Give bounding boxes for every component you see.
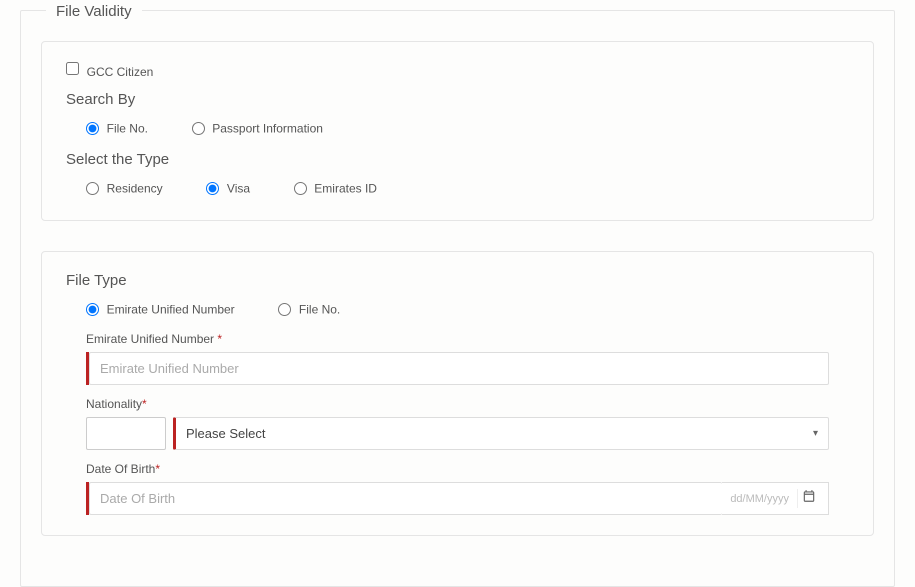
nationality-field-block: Nationality* Please Select ▾ xyxy=(86,397,829,450)
gcc-citizen-label[interactable]: GCC Citizen xyxy=(87,65,154,79)
file-type-radio-group: Emirate Unified Number File No. xyxy=(66,297,849,321)
select-type-heading: Select the Type xyxy=(66,151,849,168)
search-by-passport-radio[interactable] xyxy=(192,122,205,135)
nationality-label-text: Nationality xyxy=(86,397,142,411)
nationality-select[interactable]: Please Select ▾ xyxy=(173,417,829,450)
file-type-file-no-label[interactable]: File No. xyxy=(299,302,340,316)
nationality-selected-text: Please Select xyxy=(186,426,266,441)
select-type-radio-group: Residency Visa Emirates ID xyxy=(66,176,849,200)
type-visa-label[interactable]: Visa xyxy=(227,182,250,196)
type-emirates-id-radio[interactable] xyxy=(294,182,307,195)
nationality-field-label: Nationality* xyxy=(86,397,829,411)
file-type-heading: File Type xyxy=(66,272,849,289)
type-visa-radio[interactable] xyxy=(206,182,219,195)
eun-field-label: Emirate Unified Number * xyxy=(86,332,829,346)
gcc-citizen-row: GCC Citizen xyxy=(66,62,849,79)
search-by-radio-group: File No. Passport Information xyxy=(66,116,849,140)
required-mark: * xyxy=(155,462,160,476)
eun-input-wrap xyxy=(86,352,829,385)
dob-format-hint: dd/MM/yyyy xyxy=(730,493,789,505)
dob-input[interactable] xyxy=(89,482,722,515)
search-by-heading: Search By xyxy=(66,91,849,108)
dob-input-wrap xyxy=(86,482,722,515)
file-type-eun-radio[interactable] xyxy=(86,303,99,316)
search-by-file-no-label[interactable]: File No. xyxy=(107,121,148,135)
file-type-eun-label[interactable]: Emirate Unified Number xyxy=(107,302,235,316)
dob-label-text: Date Of Birth xyxy=(86,462,155,476)
gcc-citizen-checkbox[interactable] xyxy=(66,62,79,75)
nationality-code-input[interactable] xyxy=(86,417,166,450)
type-residency-label[interactable]: Residency xyxy=(107,182,163,196)
calendar-icon[interactable] xyxy=(797,489,820,508)
type-emirates-id-label[interactable]: Emirates ID xyxy=(314,182,377,196)
file-type-file-no-radio[interactable] xyxy=(278,303,291,316)
search-by-passport-label[interactable]: Passport Information xyxy=(212,121,323,135)
chevron-down-icon: ▾ xyxy=(813,428,818,439)
required-mark: * xyxy=(142,397,147,411)
eun-field-label-text: Emirate Unified Number xyxy=(86,332,217,346)
dob-right-addon: dd/MM/yyyy xyxy=(722,482,829,515)
dob-field-block: Date Of Birth* dd/MM/yyyy xyxy=(86,462,829,515)
required-mark: * xyxy=(217,332,222,346)
eun-input[interactable] xyxy=(89,352,829,385)
fieldset-legend: File Validity xyxy=(46,3,142,20)
search-options-panel: GCC Citizen Search By File No. Passport … xyxy=(41,41,874,221)
dob-field-label: Date Of Birth* xyxy=(86,462,829,476)
type-residency-radio[interactable] xyxy=(86,182,99,195)
eun-field-block: Emirate Unified Number * xyxy=(86,332,829,385)
file-type-panel: File Type Emirate Unified Number File No… xyxy=(41,251,874,537)
file-validity-fieldset: File Validity GCC Citizen Search By File… xyxy=(20,10,895,587)
search-by-file-no-radio[interactable] xyxy=(86,122,99,135)
